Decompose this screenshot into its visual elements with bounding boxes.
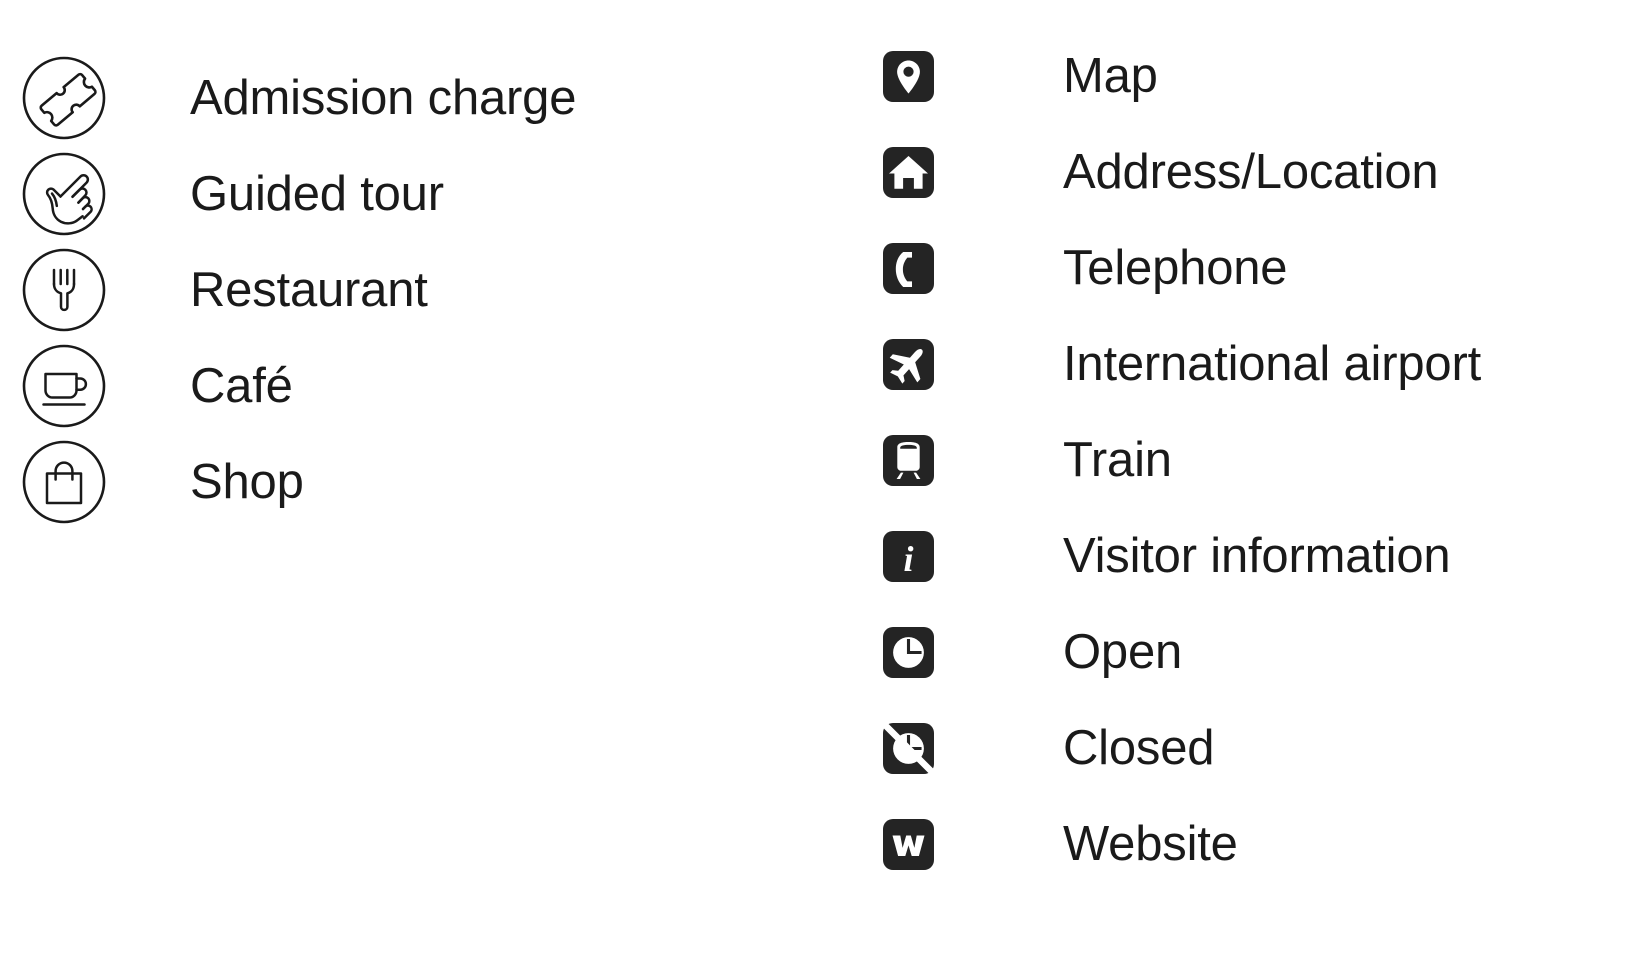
legend-item-map: Map [860,28,1646,124]
svg-text:i: i [903,539,913,579]
legend-item-label: International airport [1063,336,1481,391]
clock-icon [883,626,934,678]
legend-item-international-airport: International airport [860,316,1646,412]
legend-item-train: Train [860,412,1646,508]
legend-item-label: Telephone [1063,240,1288,295]
fork-icon [22,248,106,332]
legend-item-label: Website [1063,816,1238,871]
pointing-hand-icon [22,152,106,236]
clock-slashed-icon [880,720,937,776]
legend-item-label: Open [1063,624,1183,679]
practical-information-legend-column: Map Address/Location Telephone Internati… [860,0,1646,892]
legend-item-label: Visitor information [1063,528,1451,583]
legend-item-address-location: Address/Location [860,124,1646,220]
legend-item-shop: Shop [0,434,850,530]
legend-item-telephone: Telephone [860,220,1646,316]
information-i-icon: i [883,530,934,582]
coffee-cup-icon [22,344,106,428]
shopping-bag-icon [22,440,106,524]
website-w-icon [883,818,934,870]
train-icon [883,434,934,486]
telephone-icon [883,242,934,294]
legend-item-label: Address/Location [1063,144,1439,199]
airplane-icon [883,338,934,390]
house-icon [883,146,934,198]
legend-item-closed: Closed [860,700,1646,796]
legend-item-admission-charge: Admission charge [0,50,850,146]
legend-item-label: Café [190,358,293,413]
legend-item-label: Restaurant [190,262,428,317]
legend-item-cafe: Café [0,338,850,434]
legend-item-label: Map [1063,48,1158,103]
legend-item-label: Shop [190,454,304,509]
legend-item-label: Guided tour [190,166,444,221]
legend-item-website: Website [860,796,1646,892]
legend-item-open: Open [860,604,1646,700]
symbol-key-legend: Admission charge Guided tour Restaurant … [0,0,1646,970]
legend-item-visitor-information: i Visitor information [860,508,1646,604]
facilities-legend-column: Admission charge Guided tour Restaurant … [0,0,850,530]
map-pin-icon [883,50,934,102]
legend-item-restaurant: Restaurant [0,242,850,338]
ticket-icon [22,56,106,140]
legend-item-label: Admission charge [190,70,577,125]
legend-item-label: Closed [1063,720,1215,775]
legend-item-label: Train [1063,432,1172,487]
legend-item-guided-tour: Guided tour [0,146,850,242]
